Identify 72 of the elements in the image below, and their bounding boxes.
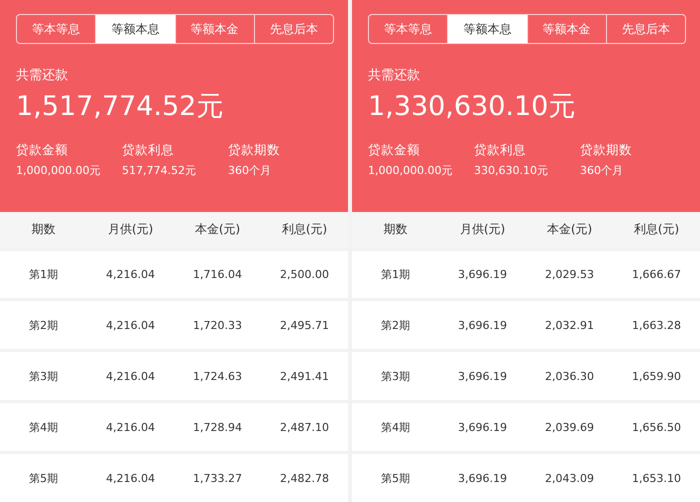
stat-label: 贷款期数 [580, 142, 633, 159]
table-cell-text: 第5期 [28, 470, 59, 486]
table-cell-text: 3,696.19 [457, 268, 508, 281]
stat-value: 330,630.10元 [474, 163, 549, 178]
table-cell-text: 2,482.78 [279, 472, 330, 485]
table-cell-text: 2,487.10 [279, 420, 330, 434]
table-cell-text: 3,696.19 [457, 370, 508, 383]
table-cell-text: 1,663.28 [631, 318, 682, 332]
table-cell-text: 第3期 [28, 368, 59, 384]
tab[interactable]: 等额本息 [447, 15, 526, 43]
table-cell-text: 1,656.50 [631, 420, 682, 434]
column-header: 月供(元) [458, 221, 506, 238]
table-cell-text: 4,216.04 [105, 268, 156, 281]
table-cell-text: 1,720.33 [192, 318, 243, 332]
table-cell-text: 2,029.53 [544, 268, 595, 281]
table-cell-text: 2,043.09 [544, 472, 595, 485]
stat-value: 1,000,000.00元 [368, 163, 454, 178]
tab[interactable]: 先息后本 [606, 15, 685, 43]
stat-value: 360个月 [580, 163, 624, 178]
table-cell-text: 4,216.04 [105, 420, 156, 434]
table-cell-text: 第4期 [28, 420, 59, 435]
tab[interactable]: 等额本金 [174, 15, 254, 43]
column-header: 利息(元) [280, 221, 328, 238]
column-header: 本金(元) [546, 221, 594, 238]
tab[interactable]: 等额本金 [526, 15, 606, 43]
table-cell-text: 2,039.69 [544, 420, 595, 434]
tab[interactable]: 先息后本 [254, 15, 333, 43]
table-cell-text: 第4期 [380, 420, 411, 435]
stat-label: 贷款金额 [16, 142, 69, 159]
table-cell-text: 1,659.90 [631, 370, 682, 383]
stat-label: 贷款金额 [368, 142, 421, 159]
column-header: 本金(元) [194, 221, 242, 238]
tab[interactable]: 等额本息 [95, 15, 174, 43]
table-cell-text: 1,666.67 [631, 268, 682, 281]
table-cell-text: 第2期 [380, 318, 411, 333]
table-cell-text: 第5期 [380, 470, 411, 486]
table-cell-text: 第2期 [28, 318, 59, 333]
column-header: 期数 [30, 221, 56, 238]
stat-value: 1,000,000.00元 [16, 163, 102, 178]
total-amount: 1,330,630.10元 [368, 90, 576, 124]
table-cell-text: 第1期 [28, 266, 59, 282]
column-header: 期数 [382, 221, 408, 238]
stat-label: 贷款利息 [474, 142, 527, 159]
stat-value: 517,774.52元 [122, 163, 197, 178]
table-cell-text: 1,724.63 [192, 370, 243, 383]
table-cell-text: 2,036.30 [544, 370, 595, 383]
table-cell-text: 3,696.19 [457, 420, 508, 434]
tab[interactable]: 等本等息 [369, 15, 448, 43]
table-cell-text: 1,728.94 [192, 420, 243, 434]
table-cell-text: 2,495.71 [279, 318, 330, 332]
column-header: 利息(元) [632, 221, 680, 238]
total-amount: 1,517,774.52元 [16, 90, 224, 124]
total-label: 共需还款 [16, 67, 69, 84]
stat-value: 360个月 [228, 163, 272, 178]
table-cell-text: 3,696.19 [457, 472, 508, 485]
table-cell-text: 4,216.04 [105, 472, 156, 485]
stat-label: 贷款期数 [228, 142, 281, 159]
column-header: 月供(元) [106, 221, 154, 238]
table-cell-text: 1,716.04 [192, 268, 243, 281]
table-cell-text: 3,696.19 [457, 318, 508, 332]
table-cell-text: 2,491.41 [279, 370, 330, 383]
total-label: 共需还款 [368, 67, 421, 84]
stat-label: 贷款利息 [122, 142, 175, 159]
tab[interactable]: 等本等息 [17, 15, 96, 43]
table-cell-text: 1,653.10 [631, 472, 682, 485]
table-cell-text: 第1期 [380, 266, 411, 282]
table-cell-text: 1,733.27 [192, 472, 243, 485]
table-cell-text: 4,216.04 [105, 370, 156, 383]
table-cell-text: 2,032.91 [544, 318, 595, 332]
table-cell-text: 4,216.04 [105, 318, 156, 332]
table-cell-text: 第3期 [380, 368, 411, 384]
table-cell-text: 2,500.00 [279, 268, 330, 281]
